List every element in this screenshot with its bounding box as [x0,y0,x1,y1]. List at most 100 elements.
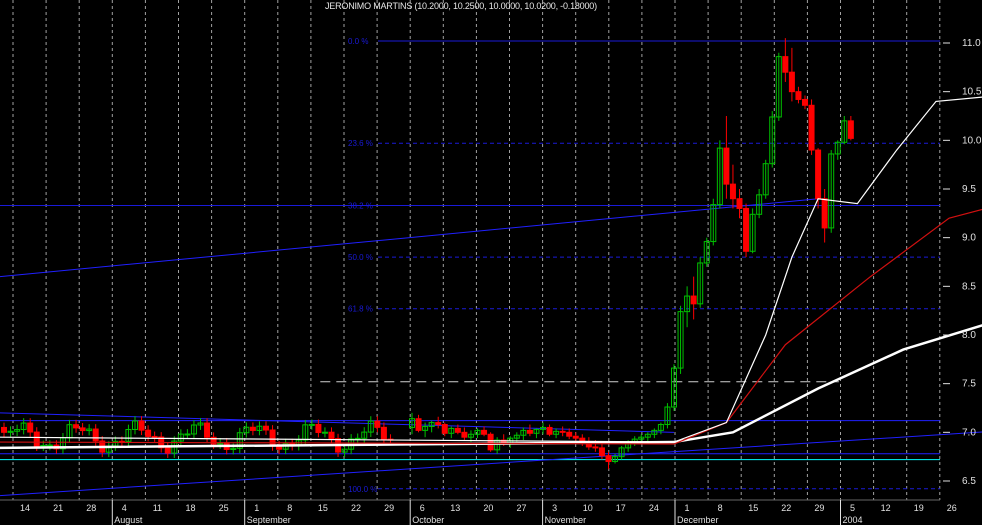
x-axis-day-label: 6 [420,503,425,513]
candle-body [572,435,579,439]
x-axis-month-label: December [677,515,719,525]
moving-average-line [0,96,982,443]
candle-body [795,91,802,100]
candle-body [27,422,34,433]
x-axis-day-label: 1 [684,503,689,513]
candle-body [249,426,256,431]
candle-body [138,420,145,431]
candle-body [461,431,468,438]
y-axis-tick-label: 8.5 [962,281,976,292]
candle-body [315,423,322,433]
x-axis-day-label: 11 [153,503,162,513]
chart-title: JERONIMO MARTINS (10.2000, 10.2500, 10.0… [325,1,597,11]
fibonacci-level-label: 61.8 % [348,305,373,314]
trend-line [641,431,982,455]
x-axis-day-label: 22 [781,503,791,513]
fibonacci-level-label: 100.0 % [348,485,377,494]
trend-line [0,412,675,433]
x-axis-day-label: 15 [318,503,328,513]
candle-body [73,424,80,429]
x-axis-day-label: 18 [185,503,195,513]
x-axis-day-label: 26 [947,503,957,513]
y-axis-tick-label: 8.0 [962,330,976,341]
candle-body [821,198,828,229]
fibonacci-level-label: 0.0 % [348,37,368,46]
candle-body [33,431,40,447]
x-axis-day-label: 5 [850,503,855,513]
candle-body [559,430,566,433]
candle-body [736,198,743,209]
y-axis-tick-label: 7.5 [962,379,976,390]
x-axis-day-label: 1 [254,503,259,513]
candle-body [151,435,158,438]
candle-body [92,428,99,442]
y-axis-tick-label: 6.5 [962,476,976,487]
x-axis-day-label: 10 [583,503,593,513]
x-axis-day-label: 14 [20,503,30,513]
candle-body [380,426,387,440]
candle-body [79,427,86,432]
y-axis-tick-label: 10.0 [962,135,982,146]
y-axis-tick-label: 7.0 [962,427,976,438]
candle-body [605,455,612,463]
x-axis-day-label: 25 [219,503,229,513]
candle-body [802,98,808,106]
candle-body [454,427,461,433]
candle-body [374,420,381,428]
x-axis-day-label: 13 [450,503,460,513]
x-axis-month-label: August [114,515,143,525]
x-axis-month-label: October [412,515,444,525]
candle-body [729,183,736,200]
candle-body [782,56,789,73]
candle-body [788,71,795,93]
candle-body [328,431,335,440]
candle-body [269,429,276,447]
candle-body [46,444,53,447]
x-axis-day-label: 17 [616,503,626,513]
x-axis-day-label: 19 [914,503,924,513]
x-axis-day-label: 28 [86,503,96,513]
candle-body [546,426,553,435]
candle-body [435,422,442,426]
y-axis-tick-label: 10.5 [962,87,982,98]
x-axis-day-label: 20 [483,503,493,513]
fibonacci-level-label: 38.2 % [348,202,373,211]
x-axis-month-label: September [247,515,291,525]
candle-body [481,429,488,435]
candle-body [743,207,750,252]
candle-body [164,447,171,454]
x-axis-day-label: 8 [718,503,723,513]
x-axis-day-label: 12 [881,503,891,513]
candle-body [308,423,315,426]
moving-average-line [0,208,982,445]
x-axis-day-label: 3 [552,503,557,513]
candle-body [487,433,494,451]
candle-body [808,104,815,151]
candle-body [145,429,152,437]
candlestick-chart: 0.0 % 23.6 % 38.2 % 50.0 % 61.8 % 100.0 % 6.5 7… [0,0,982,525]
x-axis-day-label: 15 [748,503,758,513]
x-axis-month-label: November [545,515,587,525]
y-axis-tick-label: 9.0 [962,233,976,244]
fibonacci-level-label: 23.6 % [348,139,373,148]
candle-body [598,447,605,457]
candle-body [441,424,448,434]
chart-root: 0.0 % 23.6 % 38.2 % 50.0 % 61.8 % 100.0 % 6.5 7… [0,0,982,525]
candle-body [204,422,211,438]
x-axis-day-label: 21 [53,503,63,513]
x-axis-day-label: 29 [814,503,824,513]
x-axis-day-label: 4 [122,503,127,513]
x-axis-day-label: 29 [384,503,394,513]
candle-body [566,431,573,437]
y-axis-tick-label: 9.5 [962,184,976,195]
candle-body [184,433,191,436]
x-axis-day-label: 8 [287,503,292,513]
moving-average-line [0,324,982,450]
trend-line [0,198,819,278]
y-axis-tick-label: 11.0 [962,38,981,49]
x-axis-day-label: 22 [351,503,361,513]
candle-body [847,120,854,139]
candle-body [815,149,822,200]
candle-body [1,426,7,433]
candle-body [690,295,697,305]
